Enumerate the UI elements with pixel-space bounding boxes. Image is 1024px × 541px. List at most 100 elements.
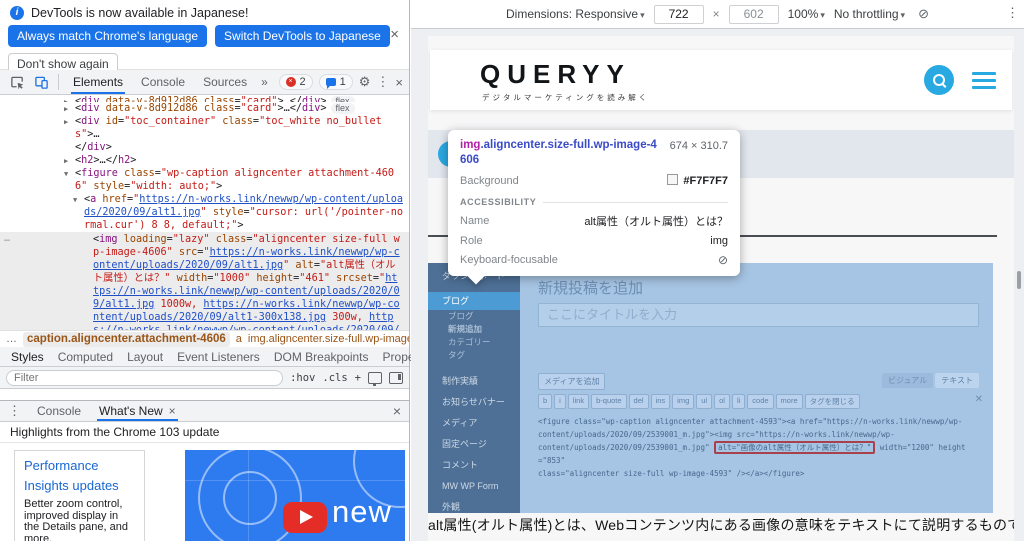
tab-console[interactable]: Console: [133, 70, 193, 94]
tab-close-icon[interactable]: ×: [169, 404, 176, 418]
tree-node-h2[interactable]: ▶ <h2>…</h2>: [0, 154, 409, 167]
drawer-menu-icon[interactable]: ⋮: [8, 403, 21, 419]
hamburger-menu-icon[interactable]: [972, 72, 996, 93]
code-token: id: [99, 116, 118, 127]
dropdown-icon: ▾: [820, 10, 825, 20]
devtools-panel: i DevTools is now available in Japanese!…: [0, 0, 458, 541]
tree-node-anchor[interactable]: ▼ <a href="https://n-works.link/newwp/wp-…: [0, 193, 409, 232]
breadcrumb-anchor[interactable]: a: [236, 333, 242, 345]
tab-layout[interactable]: Layout: [120, 350, 170, 364]
tree-node-img-selected[interactable]: … <img loading="lazy" class="aligncenter…: [0, 232, 409, 330]
code-token: 1000w,: [154, 299, 198, 310]
devtools-drawer: ⋮ Console What's New × × Highlights from …: [0, 400, 409, 541]
infobar-close-icon[interactable]: ×: [390, 27, 399, 42]
whats-new-video-thumbnail[interactable]: new: [185, 450, 405, 541]
tooltip-dimensions: 674 × 310.7: [669, 140, 728, 152]
whats-new-content: Performance Insights updates Better zoom…: [0, 443, 409, 541]
code-token: img: [99, 234, 118, 245]
tree-node-card-div[interactable]: ▶ <div data-v-8d912d86 class="card">…</di…: [0, 102, 409, 115]
styles-filter-input[interactable]: [6, 369, 284, 386]
breadcrumb-overflow-icon[interactable]: …: [6, 333, 17, 345]
wp-sidebar-item: 新規追加: [448, 324, 483, 334]
code-token: "1000": [213, 273, 251, 284]
toggle-hover-state[interactable]: :hov: [290, 372, 315, 384]
wp-editor-button: ol: [714, 394, 730, 409]
wp-sidebar-item: カテゴリー: [448, 337, 491, 347]
browser-content-area: Dimensions: Responsive▾ × 100%▾ No throt…: [411, 0, 1024, 541]
wp-code-text: content/uploads/2020/09/2539001_m.jpg": [538, 443, 715, 452]
tab-sources[interactable]: Sources: [195, 70, 255, 94]
new-style-rule-button[interactable]: +: [355, 372, 361, 384]
not-focusable-icon: ⊘: [717, 253, 728, 267]
wp-editor-button: li: [731, 394, 746, 409]
toggle-classes[interactable]: .cls: [322, 372, 347, 384]
code-token: class: [209, 234, 247, 245]
tooltip-selector: img.aligncenter.size-full.wp-image-4606: [460, 139, 657, 166]
breadcrumb-figure[interactable]: caption.aligncenter.attachment-4606: [23, 331, 230, 347]
wp-code-text: <figure class="wp-caption aligncenter at…: [538, 417, 963, 426]
dimensions-label[interactable]: Dimensions: Responsive ▾: [506, 7, 645, 21]
drawer-close-icon[interactable]: ×: [393, 403, 401, 419]
more-tabs-icon[interactable]: »: [257, 75, 272, 89]
name-value: alt属性（オルト属性）とは？: [584, 216, 728, 228]
card-title-link[interactable]: Performance Insights updates: [24, 456, 135, 496]
expand-icon[interactable]: ▶: [64, 116, 68, 129]
issues-badge[interactable]: 1: [318, 74, 353, 90]
code-token: class: [117, 168, 155, 179]
wp-admin-content: 新規投稿を追加 ここにタイトルを入力 メディアを追加 ビジュアル テキスト bi…: [520, 263, 993, 513]
code-token: class: [216, 116, 253, 127]
toolbar-divider: [58, 74, 59, 90]
blocked-icon[interactable]: ⊘: [918, 6, 929, 22]
tab-elements[interactable]: Elements: [65, 70, 131, 94]
code-token: flex: [330, 103, 355, 114]
zoom-select[interactable]: 100% ▾: [788, 7, 825, 21]
collapse-icon[interactable]: ▼: [73, 194, 77, 207]
tree-node-figure[interactable]: ▼ <figure class="wp-caption aligncenter a…: [0, 167, 409, 193]
code-token: style: [206, 207, 244, 218]
article-body-text: alt属性(オルト属性)とは、Webコンテンツ内にある画像の意味をテキストにて説…: [428, 517, 1014, 533]
wp-code-text: content/uploads/2020/09/2539001_m.jpg"><…: [538, 430, 895, 439]
device-toolbar-icon[interactable]: [30, 71, 52, 93]
always-match-language-button[interactable]: Always match Chrome's language: [8, 25, 208, 47]
tree-node-toc-div[interactable]: ▶ <div id="toc_container" class="toc_whit…: [0, 115, 409, 141]
settings-gear-icon[interactable]: ⚙: [359, 74, 371, 90]
tree-node-clipped[interactable]: ▶ <div data-v-8d912d86 class="card">…</di…: [0, 95, 409, 102]
tree-node-close-div[interactable]: </div>: [0, 141, 409, 154]
drawer-tab-console[interactable]: Console: [35, 401, 83, 421]
viewport-height-input[interactable]: [728, 4, 779, 24]
throttling-select[interactable]: No throttling ▾: [834, 7, 905, 21]
drawer-tab-whats-new[interactable]: What's New ×: [97, 401, 178, 421]
article-image-wp-dashboard[interactable]: ダッシュボードブログブログ新規追加カテゴリータグ制作実績お知らせバナーメディア固…: [428, 263, 993, 513]
viewport-width-input[interactable]: [653, 4, 704, 24]
computed-sidebar-icon[interactable]: [389, 371, 403, 384]
rendering-icon[interactable]: [368, 371, 382, 386]
tab-styles[interactable]: Styles: [4, 350, 51, 364]
devtools-close-icon[interactable]: ×: [395, 75, 403, 90]
infobar-message: DevTools is now available in Japanese!: [31, 6, 249, 20]
wp-title-input: ここにタイトルを入力: [538, 303, 979, 327]
youtube-play-icon[interactable]: [283, 502, 327, 533]
code-token: </: [75, 142, 88, 153]
site-logo[interactable]: QUERYY: [480, 59, 631, 90]
error-count: 2: [299, 76, 306, 88]
switch-to-japanese-button[interactable]: Switch DevTools to Japanese: [215, 25, 390, 47]
collapse-icon[interactable]: ▼: [64, 168, 68, 181]
devtools-menu-icon[interactable]: ⋮: [376, 74, 389, 90]
wp-code-text: class="aligncenter size-full wp-image-45…: [538, 469, 805, 478]
page-scrollbar-thumb[interactable]: [1017, 271, 1021, 289]
tab-dom-breakpoints[interactable]: DOM Breakpoints: [267, 350, 376, 364]
error-badge[interactable]: × 2: [278, 74, 313, 90]
device-toolbar-menu-icon[interactable]: ⋮: [1006, 5, 1019, 21]
section-divider: [543, 201, 728, 203]
tab-event-listeners[interactable]: Event Listeners: [170, 350, 267, 364]
inspect-element-icon[interactable]: [6, 71, 28, 93]
wp-sidebar-item: メディア: [442, 418, 478, 428]
page-viewport: QUERYY デジタルマーケティングを読み解く ダッシュボードブログブログ新規追…: [428, 36, 1014, 541]
blueprint-gridline: [248, 450, 249, 541]
code-token: >: [237, 220, 244, 231]
search-button[interactable]: [924, 65, 954, 95]
tab-computed[interactable]: Computed: [51, 350, 120, 364]
breadcrumb-img[interactable]: img.aligncenter.size-full.wp-image-4606: [248, 333, 409, 345]
code-token: srcset: [329, 273, 373, 284]
code-token: width: [170, 273, 208, 284]
